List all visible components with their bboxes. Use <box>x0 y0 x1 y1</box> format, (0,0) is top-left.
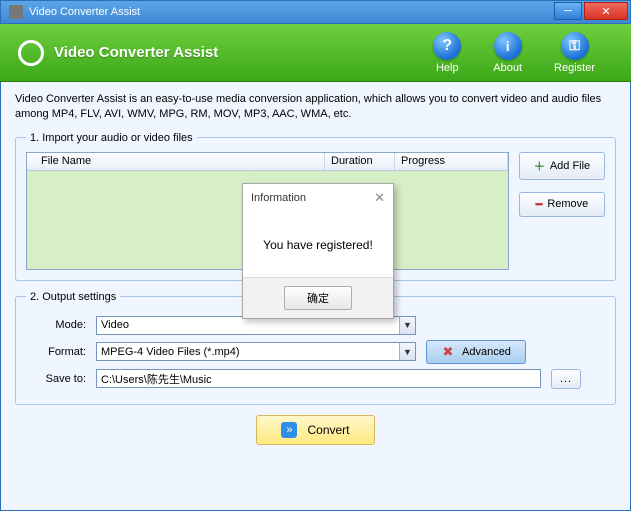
dialog-body: You have registered! <box>243 212 393 277</box>
save-path-input[interactable]: C:\Users\陈先生\Music <box>96 369 541 388</box>
dialog-titlebar: Information ✕ <box>243 184 393 212</box>
info-icon: i <box>494 32 522 60</box>
save-to-label: Save to: <box>26 373 86 385</box>
browse-label: ... <box>560 373 572 385</box>
add-file-label: Add File <box>550 160 590 172</box>
chevron-down-icon: ▼ <box>399 317 415 334</box>
output-legend: 2. Output settings <box>26 291 120 303</box>
mode-value: Video <box>101 319 129 331</box>
dialog-ok-label: 确定 <box>307 293 329 305</box>
gear-icon <box>18 40 44 66</box>
remove-label: Remove <box>547 198 588 210</box>
key-icon: ⚿ <box>561 32 589 60</box>
mode-label: Mode: <box>26 319 86 331</box>
convert-button[interactable]: » Convert <box>256 415 374 445</box>
format-label: Format: <box>26 346 86 358</box>
format-value: MPEG-4 Video Files (*.mp4) <box>101 346 240 358</box>
header-toolbar: ? Help i About ⚿ Register <box>433 32 595 74</box>
register-button[interactable]: ⚿ Register <box>554 32 595 74</box>
add-file-button[interactable]: ＋ Add File <box>519 152 605 180</box>
chevron-down-icon: ▼ <box>399 343 415 360</box>
window-buttons: ─ ✕ <box>554 2 630 22</box>
plus-icon: ＋ <box>534 158 545 174</box>
advanced-label: Advanced <box>462 346 511 358</box>
col-progress[interactable]: Progress <box>395 153 508 170</box>
dialog-ok-button[interactable]: 确定 <box>284 286 352 310</box>
help-label: Help <box>436 62 459 74</box>
wrench-icon: ✖ <box>441 345 455 359</box>
app-header: Video Converter Assist ? Help i About ⚿ … <box>0 24 631 82</box>
remove-button[interactable]: ━ Remove <box>519 192 605 217</box>
titlebar: Video Converter Assist ─ ✕ <box>0 0 631 24</box>
window-title: Video Converter Assist <box>29 6 140 18</box>
save-path-value: C:\Users\陈先生\Music <box>101 371 212 387</box>
convert-label: Convert <box>307 423 349 437</box>
col-filename[interactable]: File Name <box>35 153 325 170</box>
minus-icon: ━ <box>536 198 543 211</box>
browse-button[interactable]: ... <box>551 369 581 389</box>
col-duration[interactable]: Duration <box>325 153 395 170</box>
dialog-footer: 确定 <box>243 277 393 318</box>
dialog-close-button[interactable]: ✕ <box>374 190 385 206</box>
import-legend: 1. Import your audio or video files <box>26 132 197 144</box>
help-icon: ? <box>433 32 461 60</box>
advanced-button[interactable]: ✖ Advanced <box>426 340 526 364</box>
app-icon <box>9 5 23 19</box>
register-label: Register <box>554 62 595 74</box>
about-label: About <box>493 62 522 74</box>
help-button[interactable]: ? Help <box>433 32 461 74</box>
app-title: Video Converter Assist <box>54 44 218 61</box>
minimize-button[interactable]: ─ <box>554 2 582 20</box>
format-select[interactable]: MPEG-4 Video Files (*.mp4) ▼ <box>96 342 416 361</box>
table-header: File Name Duration Progress <box>27 153 508 171</box>
info-dialog: Information ✕ You have registered! 确定 <box>242 183 394 319</box>
description-text: Video Converter Assist is an easy-to-use… <box>15 88 616 128</box>
about-button[interactable]: i About <box>493 32 522 74</box>
play-icon: » <box>281 422 297 438</box>
close-button[interactable]: ✕ <box>584 2 628 20</box>
dialog-title: Information <box>251 192 306 204</box>
